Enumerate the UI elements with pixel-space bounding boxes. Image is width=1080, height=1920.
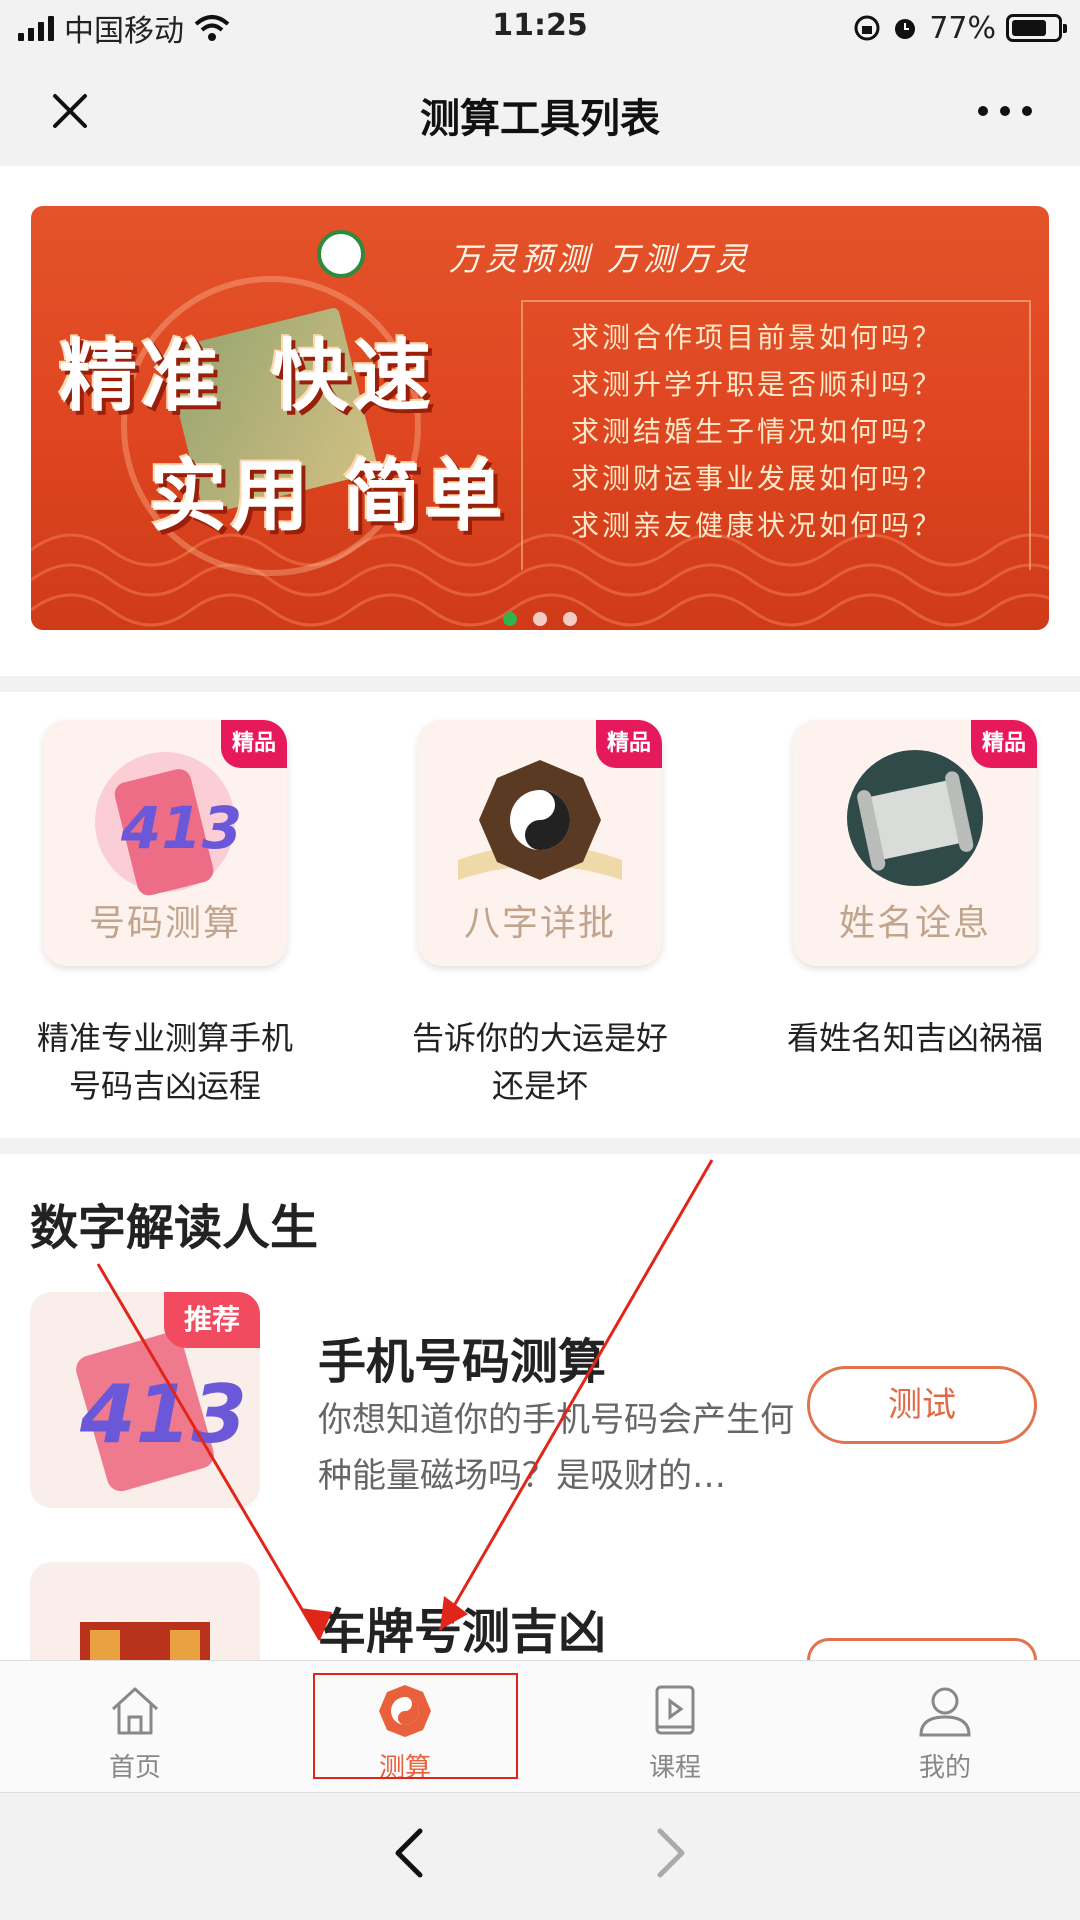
rotation-lock-icon [854, 15, 880, 41]
featured-label: 姓名诠息 [838, 903, 991, 944]
recommended-badge: 推荐 [164, 1292, 260, 1348]
browser-toolbar [0, 1792, 1080, 1920]
banner-question: 求测财运事业发展如何吗？ [571, 462, 944, 495]
test-button[interactable] [807, 1638, 1037, 1660]
nav-bar: 测算工具列表 [0, 56, 1080, 166]
featured-card[interactable]: 精品 姓名诠息 [793, 720, 1037, 966]
banner-headline: 简单 [343, 452, 508, 542]
tab-label: 课程 [648, 1753, 701, 1783]
svg-text:413: 413 [79, 1368, 247, 1461]
forward-arrow-icon[interactable] [648, 1823, 696, 1883]
course-icon [655, 1685, 695, 1735]
back-arrow-icon[interactable] [384, 1823, 432, 1883]
carousel-dots [31, 612, 1049, 626]
tab-bar: 首页 测算 课程 我的 [0, 1660, 1080, 1792]
section-divider [0, 676, 1080, 692]
item-description: 你想知道你的手机号码会产生何种能量磁场吗？是吸财的… [318, 1400, 794, 1496]
more-options-icon[interactable] [970, 84, 1040, 138]
featured-card[interactable]: 413 精品 号码测算 [43, 720, 287, 966]
tab-calculate[interactable]: 测算 [270, 1661, 540, 1793]
featured-bazi[interactable]: 精品 八字详批 告诉你的大运是好还是坏 [410, 720, 670, 1110]
carousel-dot[interactable] [533, 612, 547, 626]
premium-badge: 精品 [596, 720, 662, 768]
featured-description: 精准专业测算手机号码吉凶运程 [36, 1019, 293, 1105]
section-divider [0, 1138, 1080, 1154]
tab-label: 测算 [378, 1753, 431, 1783]
premium-badge: 精品 [221, 720, 287, 768]
page-title: 测算工具列表 [420, 96, 660, 142]
user-icon [919, 1687, 971, 1737]
home-icon [111, 1687, 159, 1735]
tab-home[interactable]: 首页 [0, 1661, 270, 1793]
banner-question: 求测合作项目前景如何吗？ [571, 321, 944, 354]
featured-description: 看姓名知吉凶祸福 [786, 1019, 1043, 1057]
battery-percent: 77% [929, 10, 996, 46]
featured-phone-number[interactable]: 413 精品 号码测算 精准专业测算手机号码吉凶运程 [35, 720, 295, 1110]
banner-headline: 实用 [149, 452, 314, 542]
tab-label: 我的 [918, 1753, 971, 1783]
tab-profile[interactable]: 我的 [810, 1661, 1080, 1793]
carousel-dot[interactable] [563, 612, 577, 626]
tab-label: 首页 [108, 1753, 161, 1783]
promo-banner[interactable]: 万灵预测 万测万灵 精准 快速 实用 简单 求测合作项目前景如何吗？ 求测升学升… [31, 206, 1049, 630]
banner-question: 求测亲友健康状况如何吗？ [571, 509, 944, 542]
item-thumbnail[interactable]: 413 推荐 [30, 1292, 260, 1508]
featured-label: 号码测算 [88, 903, 241, 944]
close-icon[interactable] [40, 84, 100, 138]
featured-description: 告诉你的大运是好还是坏 [411, 1019, 668, 1105]
battery-icon [1006, 14, 1067, 42]
item-title[interactable]: 手机号码测算 [318, 1322, 606, 1392]
featured-name-analysis[interactable]: 精品 姓名诠息 看姓名知吉凶祸福 [785, 720, 1045, 1062]
premium-badge: 精品 [971, 720, 1037, 768]
status-right: 77% [853, 8, 1067, 48]
section-title: 数字解读人生 [30, 1200, 319, 1256]
tab-courses[interactable]: 课程 [540, 1661, 810, 1793]
banner-slogan: 万灵预测 万测万灵 [448, 240, 752, 278]
item-title[interactable]: 车牌号测吉凶 [318, 1592, 606, 1662]
svg-text:413: 413 [120, 794, 242, 862]
banner-question: 求测升学升职是否顺利吗？ [571, 368, 944, 401]
license-plate-art-icon [80, 1622, 210, 1660]
bagua-icon [379, 1685, 431, 1737]
banner-questions: 求测合作项目前景如何吗？ 求测升学升职是否顺利吗？ 求测结婚生子情况如何吗？ 求… [571, 314, 943, 549]
banner-headline: 精准 [59, 332, 224, 422]
carousel-dot-active[interactable] [503, 612, 517, 626]
status-bar: 中国移动 11:25 77% [0, 0, 1080, 56]
featured-label: 八字详批 [463, 903, 616, 944]
featured-card[interactable]: 精品 八字详批 [418, 720, 662, 966]
item-thumbnail[interactable] [30, 1562, 260, 1660]
banner-headline: 快速 [271, 332, 436, 422]
test-button[interactable]: 测试 [807, 1366, 1037, 1444]
banner-question: 求测结婚生子情况如何吗？ [571, 415, 944, 448]
alarm-icon [895, 19, 916, 39]
